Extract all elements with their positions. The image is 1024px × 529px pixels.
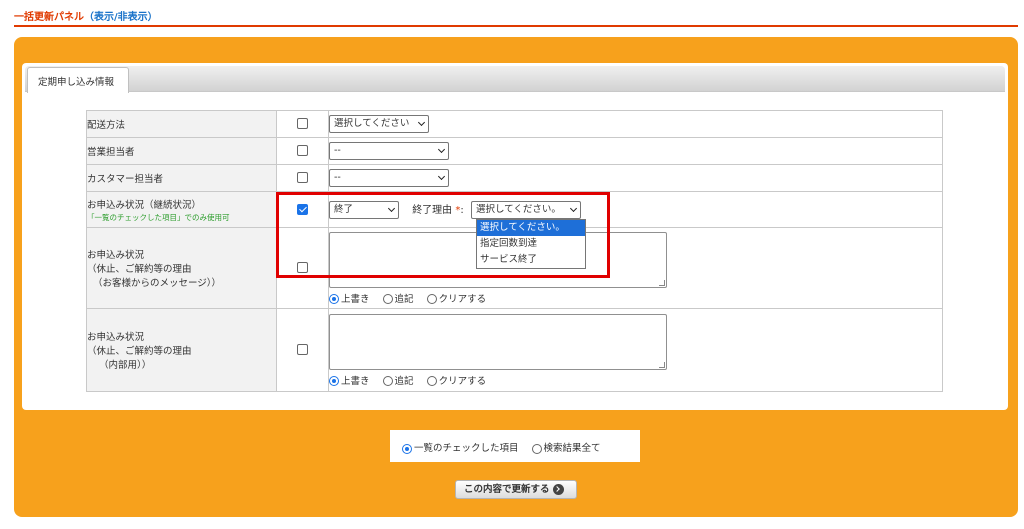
status-checkbox[interactable] — [297, 203, 308, 215]
reason-dropdown-list: 選択してください。 指定回数到達 サービス終了 — [476, 219, 586, 269]
cs-rep-label: カスタマー担当者 — [86, 164, 277, 192]
shipping-label: 配送方法 — [86, 110, 277, 138]
row-reason-internal: お申込み状況 （休止、ご解約等の理由 （内部用）） 上書き 追記 クリアする — [86, 308, 943, 392]
radio-clear[interactable]: クリアする — [426, 375, 487, 387]
radio-label: 上書き — [341, 375, 370, 387]
reason-internal-label: お申込み状況 （休止、ご解約等の理由 （内部用）） — [86, 308, 277, 392]
cs-rep-select-value: -- — [334, 172, 341, 183]
sales-rep-label: 営業担当者 — [86, 137, 277, 165]
status-label-cell: お申込み状況（継続状況） 「一覧のチェックした項目」でのみ使用可 — [86, 191, 277, 228]
radio-icon — [329, 376, 339, 386]
label-line: （休止、ご解約等の理由 — [87, 346, 192, 357]
reason-internal-mode: 上書き 追記 クリアする — [329, 373, 942, 387]
radio-icon — [329, 294, 339, 304]
label-line: お申込み状況 — [87, 250, 145, 261]
update-button-label: この内容で更新する — [464, 484, 550, 495]
cs-rep-checkbox[interactable] — [297, 172, 308, 184]
radio-overwrite[interactable]: 上書き — [329, 294, 370, 305]
dropdown-option[interactable]: 指定回数到達 — [477, 236, 585, 252]
toggle-paren-open: （ — [84, 12, 94, 23]
reason-select[interactable]: 選択してください。 — [470, 200, 581, 219]
arrow-right-icon — [552, 484, 564, 495]
label-line: （休止、ご解約等の理由 — [87, 264, 192, 275]
reason-select-value: 選択してください。 — [475, 203, 561, 215]
radio-label: 追記 — [394, 375, 414, 387]
dropdown-option[interactable]: 選択してください。 — [477, 220, 585, 236]
radio-icon — [531, 443, 542, 454]
radio-label: 検索結果全て — [543, 443, 601, 454]
update-scope-selector: 一覧のチェックした項目 検索結果全て — [390, 430, 640, 462]
reason-label: 終了理由 — [412, 204, 453, 216]
shipping-select[interactable]: 選択してください — [329, 115, 429, 133]
sales-rep-select-value: -- — [334, 145, 341, 156]
reason-customer-checkbox[interactable] — [297, 262, 308, 274]
sales-rep-checkbox[interactable] — [297, 145, 308, 157]
tab-bar — [25, 66, 1005, 92]
status-select-value: 終了 — [334, 203, 354, 215]
chevron-down-icon — [417, 118, 426, 127]
reason-colon: : — [460, 204, 464, 216]
resize-grip-icon[interactable] — [659, 361, 665, 368]
cs-rep-select[interactable]: -- — [329, 169, 449, 187]
sales-rep-select[interactable]: -- — [329, 142, 449, 160]
chevron-down-icon — [387, 204, 396, 212]
toggle-visibility-link[interactable]: 表示/非表示 — [94, 12, 148, 23]
label-line: （内部用）） — [99, 360, 152, 371]
radio-label: 一覧のチェックした項目 — [414, 443, 519, 454]
radio-overwrite[interactable]: 上書き — [329, 376, 370, 387]
status-label: お申込み状況（継続状況） — [87, 199, 202, 211]
radio-clear[interactable]: クリアする — [426, 293, 487, 305]
radio-label: クリアする — [438, 375, 487, 387]
shipping-select-value: 選択してください — [334, 118, 410, 129]
radio-icon — [426, 376, 437, 386]
reason-internal-textarea[interactable] — [329, 313, 667, 370]
reason-customer-mode: 上書き 追記 クリアする — [329, 291, 942, 305]
radio-icon — [426, 294, 437, 304]
status-note: 「一覧のチェックした項目」でのみ使用可 — [87, 212, 230, 222]
dropdown-option[interactable]: サービス終了 — [477, 252, 585, 268]
panel-title: 一括更新パネル（表示/非表示） — [14, 8, 158, 23]
panel-title-text: 一括更新パネル — [14, 12, 84, 23]
radio-label: クリアする — [438, 293, 487, 305]
radio-icon — [382, 294, 393, 304]
row-shipping: 配送方法 選択してください — [86, 110, 943, 138]
reason-customer-label: お申込み状況 （休止、ご解約等の理由 （お客様からのメッセージ）） — [86, 227, 277, 309]
toggle-paren-close: ） — [147, 12, 158, 23]
radio-icon — [402, 443, 412, 454]
chevron-down-icon — [569, 204, 577, 212]
radio-label: 追記 — [394, 293, 414, 305]
status-select[interactable]: 終了 — [329, 200, 399, 219]
title-divider — [14, 25, 1018, 27]
resize-grip-icon[interactable] — [659, 279, 665, 286]
row-sales-rep: 営業担当者 -- — [86, 137, 943, 165]
tab-subscription-info[interactable]: 定期申し込み情報 — [27, 67, 129, 93]
scope-radio-checked-items[interactable]: 一覧のチェックした項目 — [402, 443, 519, 454]
radio-append[interactable]: 追記 — [382, 375, 414, 387]
chevron-down-icon — [437, 145, 446, 154]
shipping-checkbox[interactable] — [297, 118, 308, 130]
radio-label: 上書き — [341, 293, 370, 305]
radio-icon — [382, 376, 393, 386]
row-cs-rep: カスタマー担当者 -- — [86, 164, 943, 192]
chevron-down-icon — [437, 172, 446, 181]
reason-internal-checkbox[interactable] — [297, 344, 308, 356]
label-line: （お客様からのメッセージ）） — [93, 278, 222, 289]
update-button[interactable]: この内容で更新する — [455, 480, 577, 499]
label-line: お申込み状況 — [87, 332, 145, 343]
scope-radio-all-results[interactable]: 検索結果全て — [531, 443, 601, 454]
radio-append[interactable]: 追記 — [382, 293, 414, 305]
